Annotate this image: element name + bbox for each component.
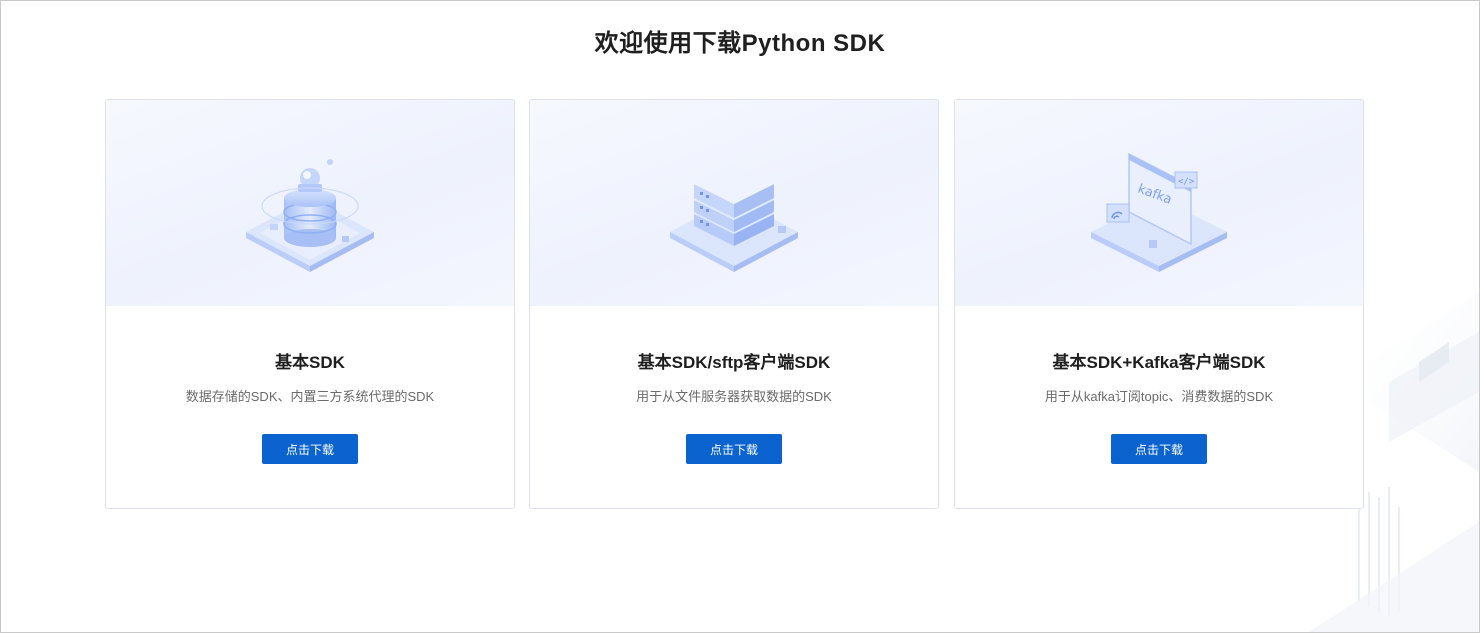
sdk-card-basic: 基本SDK 数据存储的SDK、内置三方系统代理的SDK 点击下载 <box>105 99 515 509</box>
card-description: 数据存储的SDK、内置三方系统代理的SDK <box>185 389 435 404</box>
card-title: 基本SDK+Kafka客户端SDK <box>1052 353 1266 372</box>
database-stack-icon <box>246 159 374 272</box>
card-title: 基本SDK/sftp客户端SDK <box>637 353 831 372</box>
card-illustration-area <box>530 100 938 306</box>
server-rack-icon <box>670 164 798 272</box>
download-button-kafka-sdk[interactable]: 点击下载 <box>1111 434 1207 464</box>
sdk-card-kafka: kafka </> 基本SDK+Kafka客户端SDK 用于从kafka订阅to… <box>954 99 1364 509</box>
sdk-card-sftp: 基本SDK/sftp客户端SDK 用于从文件服务器获取数据的SDK 点击下载 <box>529 99 939 509</box>
page-title: 欢迎使用下载Python SDK <box>594 30 886 57</box>
card-description: 用于从文件服务器获取数据的SDK <box>636 389 832 404</box>
page-frame: 欢迎使用下载Python SDK 基本SDK 数据存储的SDK、内置三方系统代理… <box>0 0 1480 633</box>
download-button-basic-sdk[interactable]: 点击下载 <box>262 434 358 464</box>
download-button-sftp-sdk[interactable]: 点击下载 <box>686 434 782 464</box>
card-title: 基本SDK <box>275 353 345 372</box>
svg-text:</>: </> <box>1178 177 1195 187</box>
card-illustration-area: kafka </> <box>955 100 1363 306</box>
kafka-window-icon: kafka </> <box>1091 152 1227 272</box>
card-illustration-area <box>106 100 514 306</box>
card-description: 用于从kafka订阅topic、消费数据的SDK <box>1044 389 1274 404</box>
